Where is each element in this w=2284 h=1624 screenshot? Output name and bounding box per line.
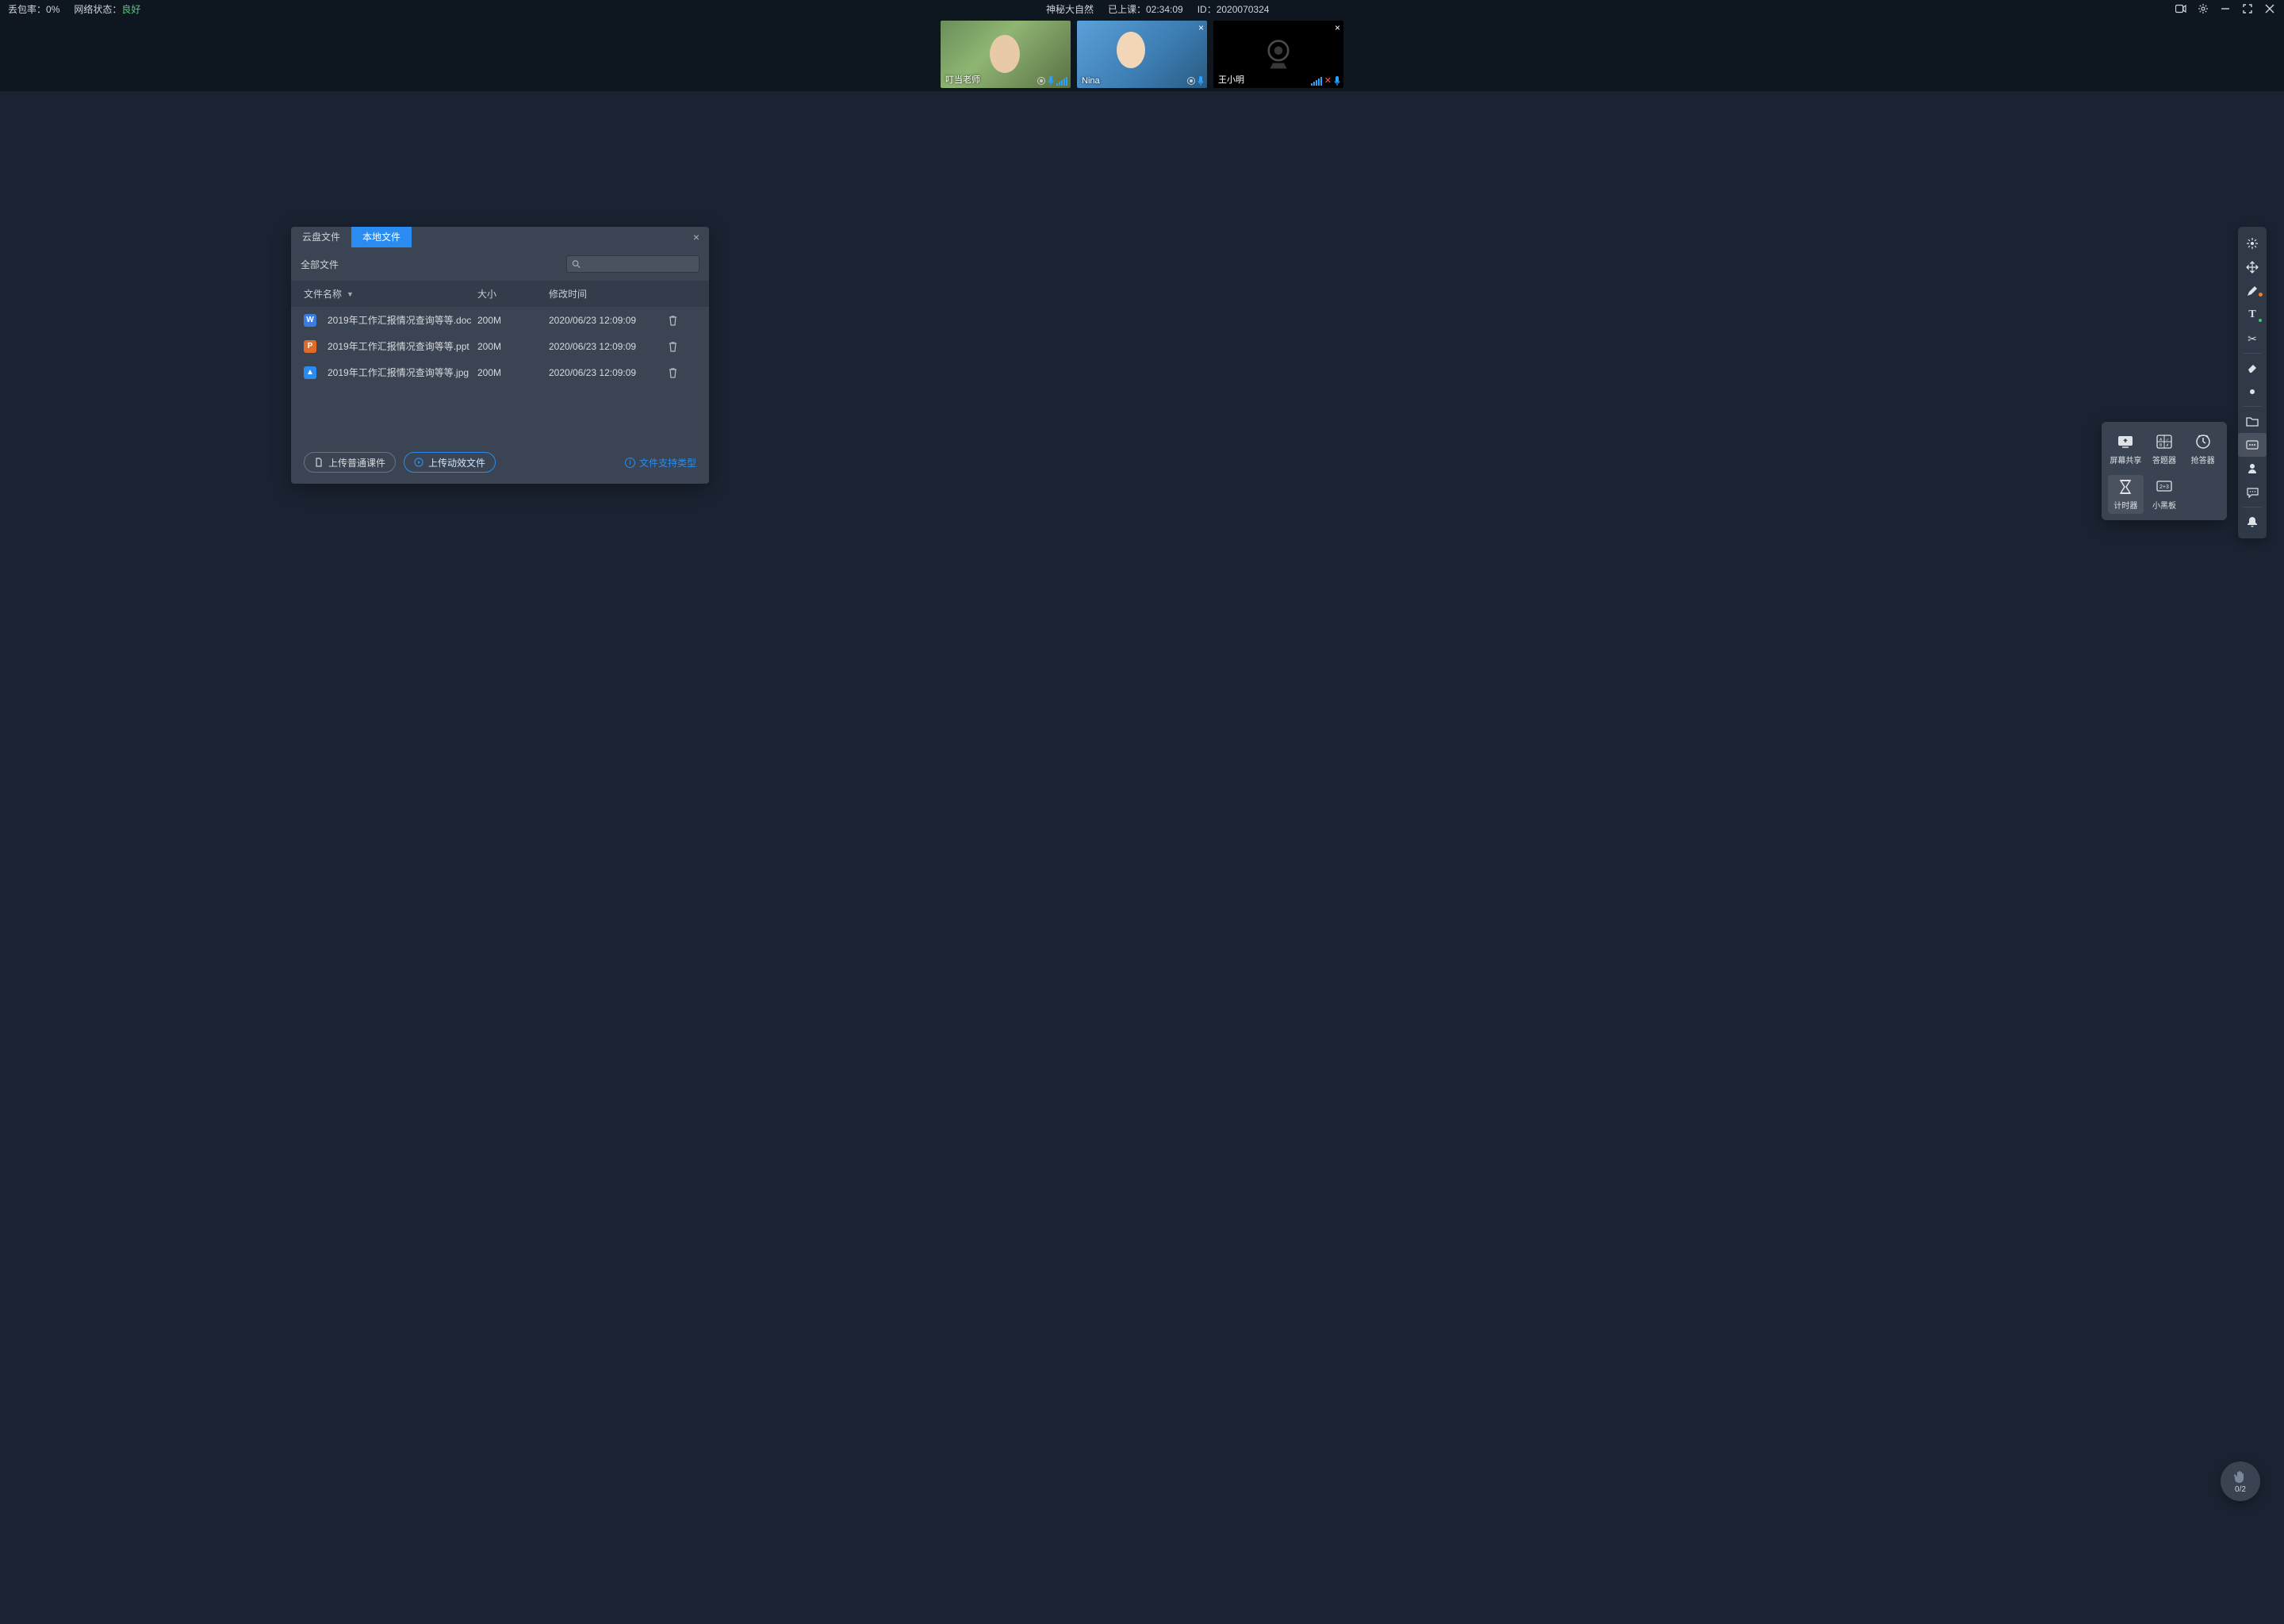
right-toolbar: T ✂: [2238, 227, 2267, 538]
supported-types-link[interactable]: i 文件支持类型: [625, 456, 696, 469]
tool-apps[interactable]: [2238, 433, 2267, 457]
participant-name: 叮当老师: [945, 73, 980, 86]
file-mtime: 2020/06/23 12:09:09: [549, 367, 668, 378]
video-strip: 叮当老师 × Nina × 王小明 ✕: [0, 17, 2284, 91]
table-row[interactable]: P 2019年工作汇报情况查询等等.ppt 200M2020/06/23 12:09…: [291, 333, 709, 359]
delete-icon[interactable]: [668, 315, 696, 326]
tool-brightness[interactable]: [2238, 380, 2267, 404]
mic-icon: [1334, 76, 1340, 86]
tool-chat[interactable]: [2238, 481, 2267, 504]
tile-close-icon[interactable]: ×: [1335, 22, 1340, 33]
tool-bell[interactable]: [2238, 510, 2267, 534]
tools-popover: 屏幕共享 A✓B✗ 答题器 抢答器 计时器 2+3 小黑板: [2102, 422, 2227, 520]
tool-text[interactable]: T: [2238, 303, 2267, 327]
tile-close-icon[interactable]: ×: [1198, 22, 1204, 33]
settings-icon[interactable]: [2197, 2, 2209, 15]
file-size: 200M: [477, 367, 549, 378]
info-icon: i: [625, 458, 635, 468]
minimize-icon[interactable]: [2219, 2, 2232, 15]
participant-name: 王小明: [1218, 73, 1244, 86]
file-size: 200M: [477, 315, 549, 326]
tool-scissors[interactable]: ✂: [2238, 327, 2267, 350]
svg-text:2+3: 2+3: [2159, 485, 2169, 490]
file-size: 200M: [477, 341, 549, 352]
svg-text:B: B: [2159, 443, 2163, 448]
close-icon[interactable]: [2263, 2, 2276, 15]
tab-local-files[interactable]: 本地文件: [351, 227, 412, 247]
mic-icon: [1048, 76, 1054, 86]
upload-normal-button[interactable]: 上传普通课件: [304, 452, 396, 473]
video-tile[interactable]: × 王小明 ✕: [1213, 21, 1343, 88]
video-tile[interactable]: × Nina: [1077, 21, 1207, 88]
search-input[interactable]: [566, 255, 699, 273]
tool-blackboard[interactable]: 2+3 小黑板: [2147, 475, 2182, 514]
table-header: 文件名称 ▼ 大小 修改时间: [291, 281, 709, 307]
dialog-tabs: 云盘文件 本地文件 ×: [291, 227, 709, 247]
signal-icon: [1311, 76, 1322, 86]
tool-buzzer[interactable]: 抢答器: [2185, 430, 2221, 469]
status-bar: 丢包率：0% 网络状态：良好 神秘大自然 已上课：02:34:09 ID：202…: [0, 0, 2284, 17]
tool-answer[interactable]: A✓B✗ 答题器: [2147, 430, 2182, 469]
tab-cloud-files[interactable]: 云盘文件: [291, 227, 351, 247]
filetype-icon: ▲: [304, 366, 316, 379]
tool-move[interactable]: [2238, 255, 2267, 279]
network-status: 网络状态：良好: [74, 2, 140, 16]
search-icon: [572, 259, 581, 269]
file-mtime: 2020/06/23 12:09:09: [549, 315, 668, 326]
tool-timer[interactable]: 计时器: [2108, 475, 2144, 514]
table-row[interactable]: ▲ 2019年工作汇报情况查询等等.jpg 200M2020/06/23 12:09…: [291, 359, 709, 385]
file-mtime: 2020/06/23 12:09:09: [549, 341, 668, 352]
col-name[interactable]: 文件名称 ▼: [304, 287, 477, 301]
camera-off-icon: [1256, 33, 1301, 77]
file-name: 2019年工作汇报情况查询等等.ppt: [328, 339, 469, 353]
tool-screen-share[interactable]: 屏幕共享: [2108, 430, 2144, 469]
delete-icon[interactable]: [668, 341, 696, 352]
filetype-icon: P: [304, 340, 316, 353]
table-row[interactable]: W 2019年工作汇报情况查询等等.doc 200M2020/06/23 12:09…: [291, 307, 709, 333]
color-dot-icon: [2259, 319, 2262, 322]
record-icon[interactable]: [2175, 2, 2187, 15]
tool-folder[interactable]: [2238, 409, 2267, 433]
hand-icon: [2232, 1469, 2248, 1484]
tool-person[interactable]: [2238, 457, 2267, 481]
hand-raise-badge[interactable]: 0/2: [2221, 1461, 2260, 1501]
participant-name: Nina: [1082, 76, 1100, 86]
tool-pen[interactable]: [2238, 279, 2267, 303]
camera-icon: [1187, 77, 1195, 85]
col-size[interactable]: 大小: [477, 287, 549, 301]
svg-text:✗: ✗: [2166, 443, 2169, 448]
mic-muted-icon: ✕: [1324, 75, 1332, 86]
tool-eraser[interactable]: [2238, 356, 2267, 380]
all-files-label: 全部文件: [301, 258, 339, 271]
signal-icon: [1056, 76, 1067, 86]
color-dot-icon: [2259, 293, 2263, 297]
sort-caret-icon: ▼: [347, 290, 354, 298]
fullscreen-icon[interactable]: [2241, 2, 2254, 15]
file-dialog: 云盘文件 本地文件 × 全部文件 文件名称 ▼ 大小 修改时间 W 2019年工作…: [291, 227, 709, 484]
room-title: 神秘大自然: [1046, 2, 1094, 16]
room-id: ID：2020070324: [1198, 2, 1270, 16]
col-mtime[interactable]: 修改时间: [549, 287, 668, 301]
upload-animated-button[interactable]: 上传动效文件: [404, 452, 496, 473]
hand-count: 0/2: [2235, 1485, 2246, 1494]
filetype-icon: W: [304, 314, 316, 327]
mic-icon: [1198, 76, 1204, 86]
file-name: 2019年工作汇报情况查询等等.doc: [328, 313, 471, 327]
dialog-close-icon[interactable]: ×: [684, 231, 709, 243]
video-tile[interactable]: 叮当老师: [941, 21, 1071, 88]
file-name: 2019年工作汇报情况查询等等.jpg: [328, 366, 469, 379]
delete-icon[interactable]: [668, 367, 696, 378]
tool-laser[interactable]: [2238, 232, 2267, 255]
play-circle-icon: [414, 458, 423, 467]
camera-icon: [1037, 77, 1045, 85]
packet-loss: 丢包率：0%: [8, 2, 59, 16]
file-icon: [314, 458, 324, 467]
elapsed-time: 已上课：02:34:09: [1108, 2, 1183, 16]
